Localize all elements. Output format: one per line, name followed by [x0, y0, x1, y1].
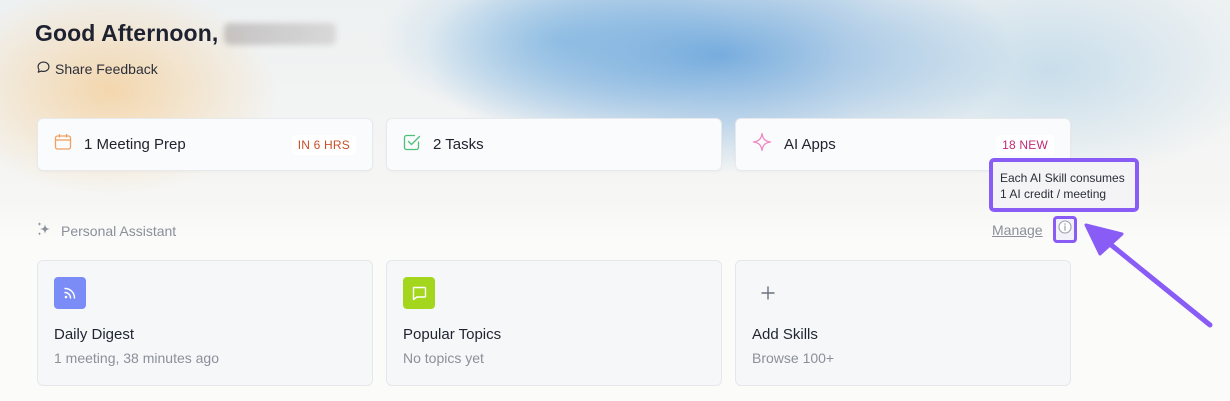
- speech-bubble-icon: [36, 60, 51, 78]
- meeting-prep-card[interactable]: 1 Meeting Prep IN 6 HRS: [37, 118, 373, 171]
- meeting-prep-label: 1 Meeting Prep: [84, 136, 186, 153]
- add-skills-card[interactable]: Add Skills Browse 100+: [735, 260, 1071, 386]
- section-title-text: Personal Assistant: [61, 223, 177, 239]
- share-feedback-link[interactable]: Share Feedback: [36, 60, 158, 78]
- greeting-text: Good Afternoon,: [35, 20, 219, 46]
- tasks-label: 2 Tasks: [433, 136, 484, 153]
- manage-link[interactable]: Manage: [992, 222, 1043, 238]
- tooltip-line-2: 1 AI credit / meeting: [1000, 187, 1107, 201]
- time-badge: IN 6 HRS: [291, 134, 356, 155]
- personal-assistant-heading: Personal Assistant: [36, 221, 176, 241]
- ai-credit-tooltip: Each AI Skill consumes 1 AI credit / mee…: [989, 158, 1139, 212]
- popular-topics-subtitle: No topics yet: [403, 350, 484, 366]
- new-count-badge: 18 NEW: [996, 134, 1054, 155]
- add-skills-subtitle: Browse 100+: [752, 350, 835, 366]
- plus-icon: [752, 277, 784, 309]
- share-feedback-label: Share Feedback: [55, 61, 158, 77]
- annotation-arrow: [1084, 223, 1213, 328]
- page-title: Good Afternoon,: [35, 20, 337, 47]
- daily-digest-subtitle: 1 meeting, 38 minutes ago: [54, 350, 219, 366]
- chat-icon: [403, 277, 435, 309]
- home-page: Good Afternoon, Share Feedback 1 Meeting…: [0, 0, 1230, 401]
- rss-icon: [54, 277, 86, 309]
- daily-digest-title: Daily Digest: [54, 326, 135, 343]
- sparkle-icon: [752, 132, 772, 157]
- popular-topics-card[interactable]: Popular Topics No topics yet: [386, 260, 722, 386]
- sparkles-icon: [36, 221, 53, 241]
- info-button[interactable]: [1053, 216, 1077, 243]
- popular-topics-title: Popular Topics: [403, 326, 502, 343]
- blurred-user-name: [224, 22, 337, 45]
- add-skills-title: Add Skills: [752, 326, 818, 343]
- info-icon: [1058, 220, 1072, 239]
- calendar-icon: [54, 133, 72, 156]
- daily-digest-card[interactable]: Daily Digest 1 meeting, 38 minutes ago: [37, 260, 373, 386]
- checkbox-icon: [403, 133, 421, 156]
- ai-apps-label: AI Apps: [784, 136, 836, 153]
- tooltip-line-1: Each AI Skill consumes: [1000, 171, 1125, 185]
- tasks-card[interactable]: 2 Tasks: [386, 118, 722, 171]
